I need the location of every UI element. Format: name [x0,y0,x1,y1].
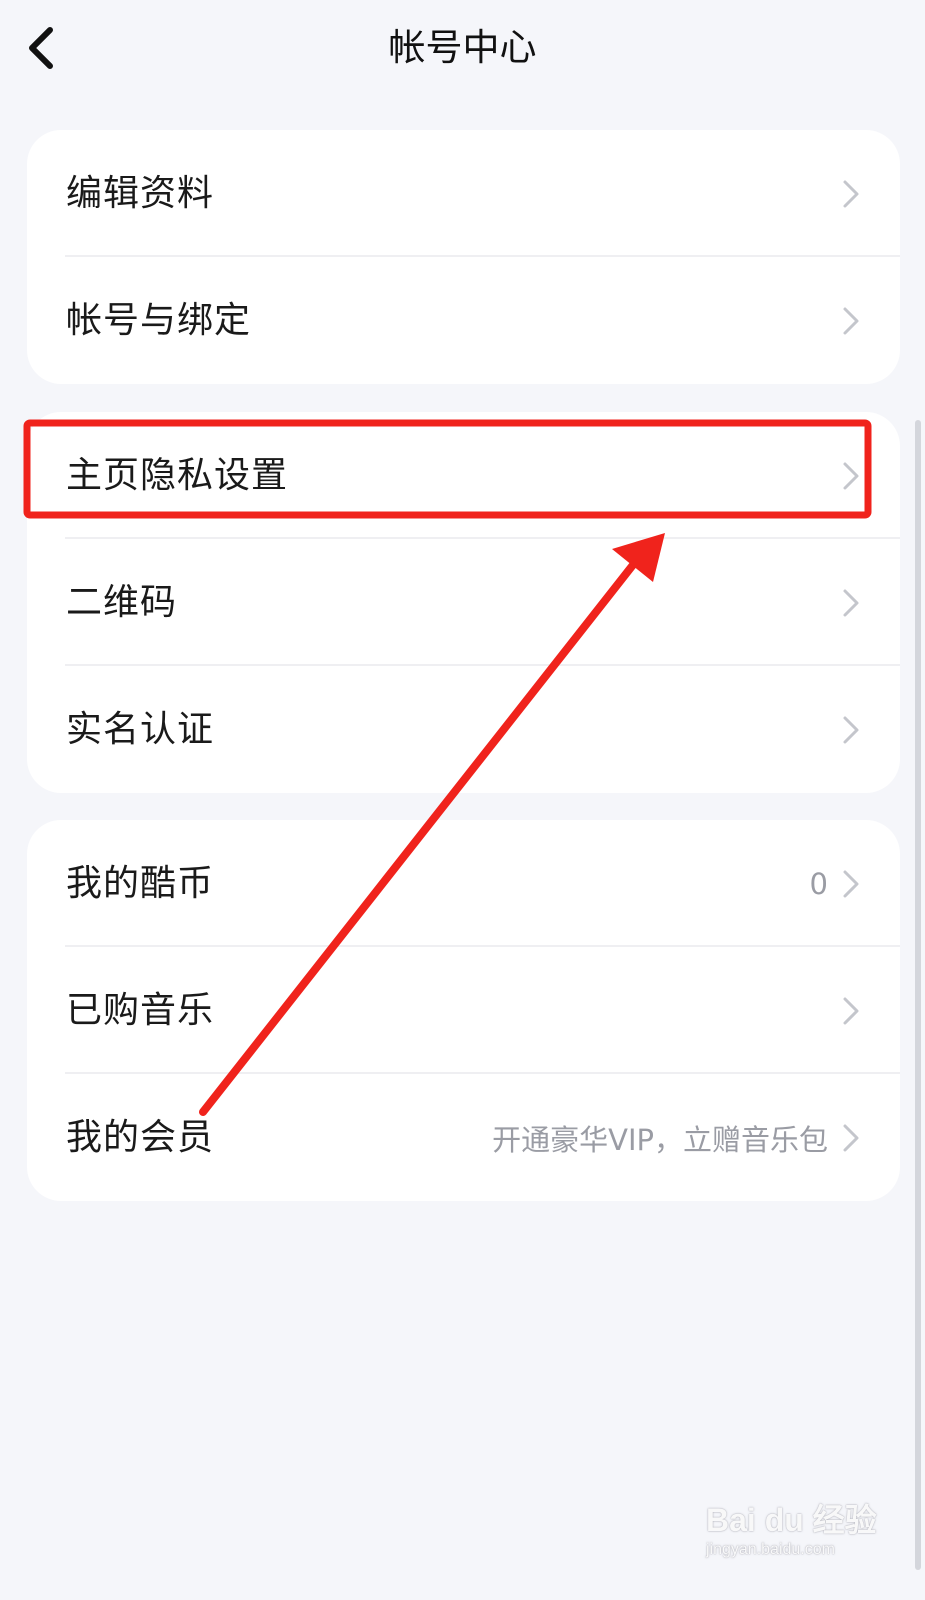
scrollbar[interactable] [915,420,921,1570]
chevron-right-icon [843,870,859,897]
settings-group-profile: 编辑资料 帐号与绑定 [27,130,900,384]
chevron-right-icon [843,180,859,207]
navigation-bar: 帐号中心 [0,0,925,100]
settings-group-membership: 我的酷币 0 已购音乐 我的会员 开通豪华VIP，立赠音乐包 [27,820,900,1201]
menu-item-account-binding[interactable]: 帐号与绑定 [27,257,900,384]
menu-item-label: 主页隐私设置 [66,455,289,496]
menu-item-edit-profile[interactable]: 编辑资料 [27,130,900,257]
menu-item-label: 实名认证 [66,709,215,750]
menu-item-purchased-music[interactable]: 已购音乐 [27,947,900,1074]
menu-item-label: 帐号与绑定 [66,300,252,341]
menu-item-label: 我的酷币 [66,863,215,904]
menu-item-label: 已购音乐 [66,990,215,1031]
menu-item-label: 编辑资料 [66,173,215,214]
chevron-right-icon [843,589,859,616]
watermark-url: jingyan.baidu.com [706,1541,835,1558]
chevron-right-icon [843,716,859,743]
menu-item-real-name-verification[interactable]: 实名认证 [27,666,900,793]
settings-group-privacy: 主页隐私设置 二维码 实名认证 [27,412,900,793]
chevron-right-icon [843,1124,859,1151]
menu-item-label: 我的会员 [66,1117,215,1158]
menu-item-my-membership[interactable]: 我的会员 开通豪华VIP，立赠音乐包 [27,1074,900,1201]
menu-item-homepage-privacy[interactable]: 主页隐私设置 [27,412,900,539]
chevron-right-icon [843,307,859,334]
coin-balance: 0 [809,866,828,901]
chevron-right-icon [843,997,859,1024]
menu-item-qr-code[interactable]: 二维码 [27,539,900,666]
menu-item-label: 二维码 [66,582,178,623]
vip-promo-text: 开通豪华VIP，立赠音乐包 [492,1122,828,1157]
chevron-right-icon [843,462,859,489]
menu-item-my-coins[interactable]: 我的酷币 0 [27,820,900,947]
baidu-jingyan-watermark: Bai du 经验 jingyan.baidu.com [706,1500,881,1560]
page-title: 帐号中心 [388,26,537,69]
watermark-logo: Bai du 经验 [706,1502,877,1538]
